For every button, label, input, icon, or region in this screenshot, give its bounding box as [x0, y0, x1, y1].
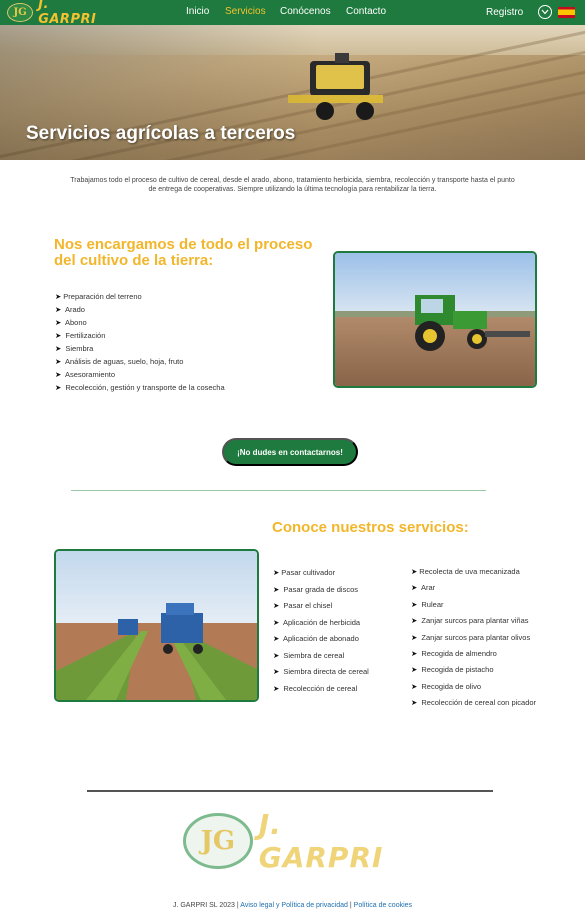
arrow-icon: ➤: [55, 318, 62, 327]
list-item: ➤ Aplicación de abonado: [273, 634, 359, 643]
arrow-icon: ➤: [273, 634, 280, 643]
logo-text: J. GARPRI: [38, 0, 97, 27]
hero-banner: Servicios agrícolas a terceros: [0, 25, 585, 160]
arrow-icon: ➤: [411, 648, 418, 658]
list-item: ➤ Recolección de cereal con picador: [411, 698, 537, 708]
arrow-icon: ➤: [411, 681, 418, 691]
arrow-icon: ➤: [273, 617, 280, 627]
nav-link-servicios[interactable]: Servicios: [225, 6, 266, 17]
arrow-icon: ➤: [411, 583, 418, 593]
list-item: ➤ Preparación del terreno: [55, 292, 142, 301]
list-item: ➤ Aplicación de herbicida: [273, 617, 361, 627]
arrow-icon: ➤: [55, 331, 62, 340]
arrow-icon: ➤: [55, 305, 62, 314]
top-navbar: JG J. GARPRI Inicio Servicios Conócenos …: [0, 0, 585, 27]
arrow-icon: ➤: [55, 292, 62, 301]
chevron-down-icon[interactable]: [538, 5, 552, 19]
brand-logo[interactable]: JG J. GARPRI: [7, 0, 107, 27]
copyright-text: J. GARPRI SL 2023 |: [172, 902, 239, 909]
list-item: ➤ Recolecta de uva mecanizada: [411, 567, 520, 576]
services-list-2: ➤ Recolecta de uva mecanizada ➤ Arar ➤ Ru…: [411, 567, 536, 715]
arrow-icon: ➤: [55, 357, 62, 366]
list-item: ➤ Siembra: [55, 344, 94, 353]
list-item: ➤ Recolección de cereal: [273, 683, 358, 693]
nav-link-inicio[interactable]: Inicio: [186, 6, 209, 17]
grape-harvester-image: [56, 551, 257, 700]
cookies-policy-link[interactable]: Política de cookies: [354, 902, 412, 909]
vineyard-photo: [54, 549, 259, 702]
list-item: ➤ Zanjar surcos para plantar viñas: [411, 616, 529, 626]
tractor-image: [335, 253, 535, 386]
list-item: ➤ Pasar grada de discos: [273, 584, 359, 594]
list-item: ➤ Arar: [411, 583, 436, 593]
arrow-icon: ➤: [273, 584, 280, 594]
arrow-icon: ➤: [273, 568, 280, 577]
arrow-icon: ➤: [55, 370, 62, 379]
arrow-icon: ➤: [411, 567, 418, 576]
arrow-icon: ➤: [273, 683, 280, 693]
arrow-icon: ➤: [411, 632, 418, 642]
hero-title: Servicios agrícolas a terceros: [26, 123, 296, 144]
logo-monogram-icon: JG: [183, 813, 253, 869]
footer-divider: [87, 790, 493, 792]
arrow-icon: ➤: [273, 650, 280, 660]
list-item: ➤ Pasar el chisel: [273, 601, 333, 610]
contact-cta-button[interactable]: ¡No dudes en contactarnos!: [222, 438, 358, 466]
list-item: ➤ Zanjar surcos para plantar olivos: [411, 632, 531, 642]
arrow-icon: ➤: [273, 667, 280, 676]
list-item: ➤ Siembra de cereal: [273, 650, 345, 660]
intro-paragraph: Trabajamos todo el proceso de cultivo de…: [70, 177, 515, 193]
nav-link-conocenos[interactable]: Conócenos: [280, 6, 331, 17]
spain-flag-icon[interactable]: [558, 7, 575, 18]
list-item: ➤ Recolección, gestión y transporte de l…: [55, 383, 225, 392]
arrow-icon: ➤: [411, 698, 418, 708]
list-item: ➤ Recogida de almendro: [411, 648, 497, 658]
list-item: ➤ Abono: [55, 318, 87, 327]
list-item: ➤ Asesoramiento: [55, 370, 115, 379]
list-item: ➤ Fertilización: [55, 331, 106, 340]
list-item: ➤ Análisis de aguas, suelo, hoja, fruto: [55, 357, 184, 366]
list-item: ➤ Pasar cultivador: [273, 568, 336, 577]
list-item: ➤ Recogida de olivo: [411, 681, 482, 691]
services-list-1: ➤ Pasar cultivador ➤ Pasar grada de disco…: [273, 568, 369, 700]
services-heading: Conoce nuestros servicios:: [272, 519, 469, 536]
footer-logo[interactable]: JG J. GARPRI: [183, 808, 403, 874]
list-item: ➤ Arado: [55, 305, 85, 314]
section-divider: [71, 490, 486, 491]
register-link[interactable]: Registro: [486, 7, 523, 18]
arrow-icon: ➤: [55, 344, 62, 353]
list-item: ➤ Siembra directa de cereal: [273, 667, 369, 676]
logo-text: J. GARPRI: [258, 808, 384, 874]
process-heading: Nos encargamos de todo el proceso del cu…: [54, 236, 313, 269]
arrow-icon: ➤: [411, 616, 418, 626]
arrow-icon: ➤: [411, 665, 418, 675]
arrow-icon: ➤: [411, 599, 418, 609]
nav-link-contacto[interactable]: Contacto: [346, 6, 386, 17]
process-list: ➤ Preparación del terreno ➤ Arado ➤ Abono…: [55, 292, 225, 396]
footer-bar: J. GARPRI SL 2023 | Aviso legal y Políti…: [0, 902, 585, 909]
arrow-icon: ➤: [273, 601, 280, 610]
list-item: ➤ Rulear: [411, 599, 444, 609]
list-item: ➤ Recogida de pistacho: [411, 665, 494, 675]
logo-monogram-icon: JG: [7, 2, 34, 22]
tractor-photo: [333, 251, 537, 388]
legal-privacy-link[interactable]: Aviso legal y Política de privacidad: [240, 902, 348, 909]
arrow-icon: ➤: [55, 383, 62, 392]
footer-separator: |: [349, 902, 352, 909]
